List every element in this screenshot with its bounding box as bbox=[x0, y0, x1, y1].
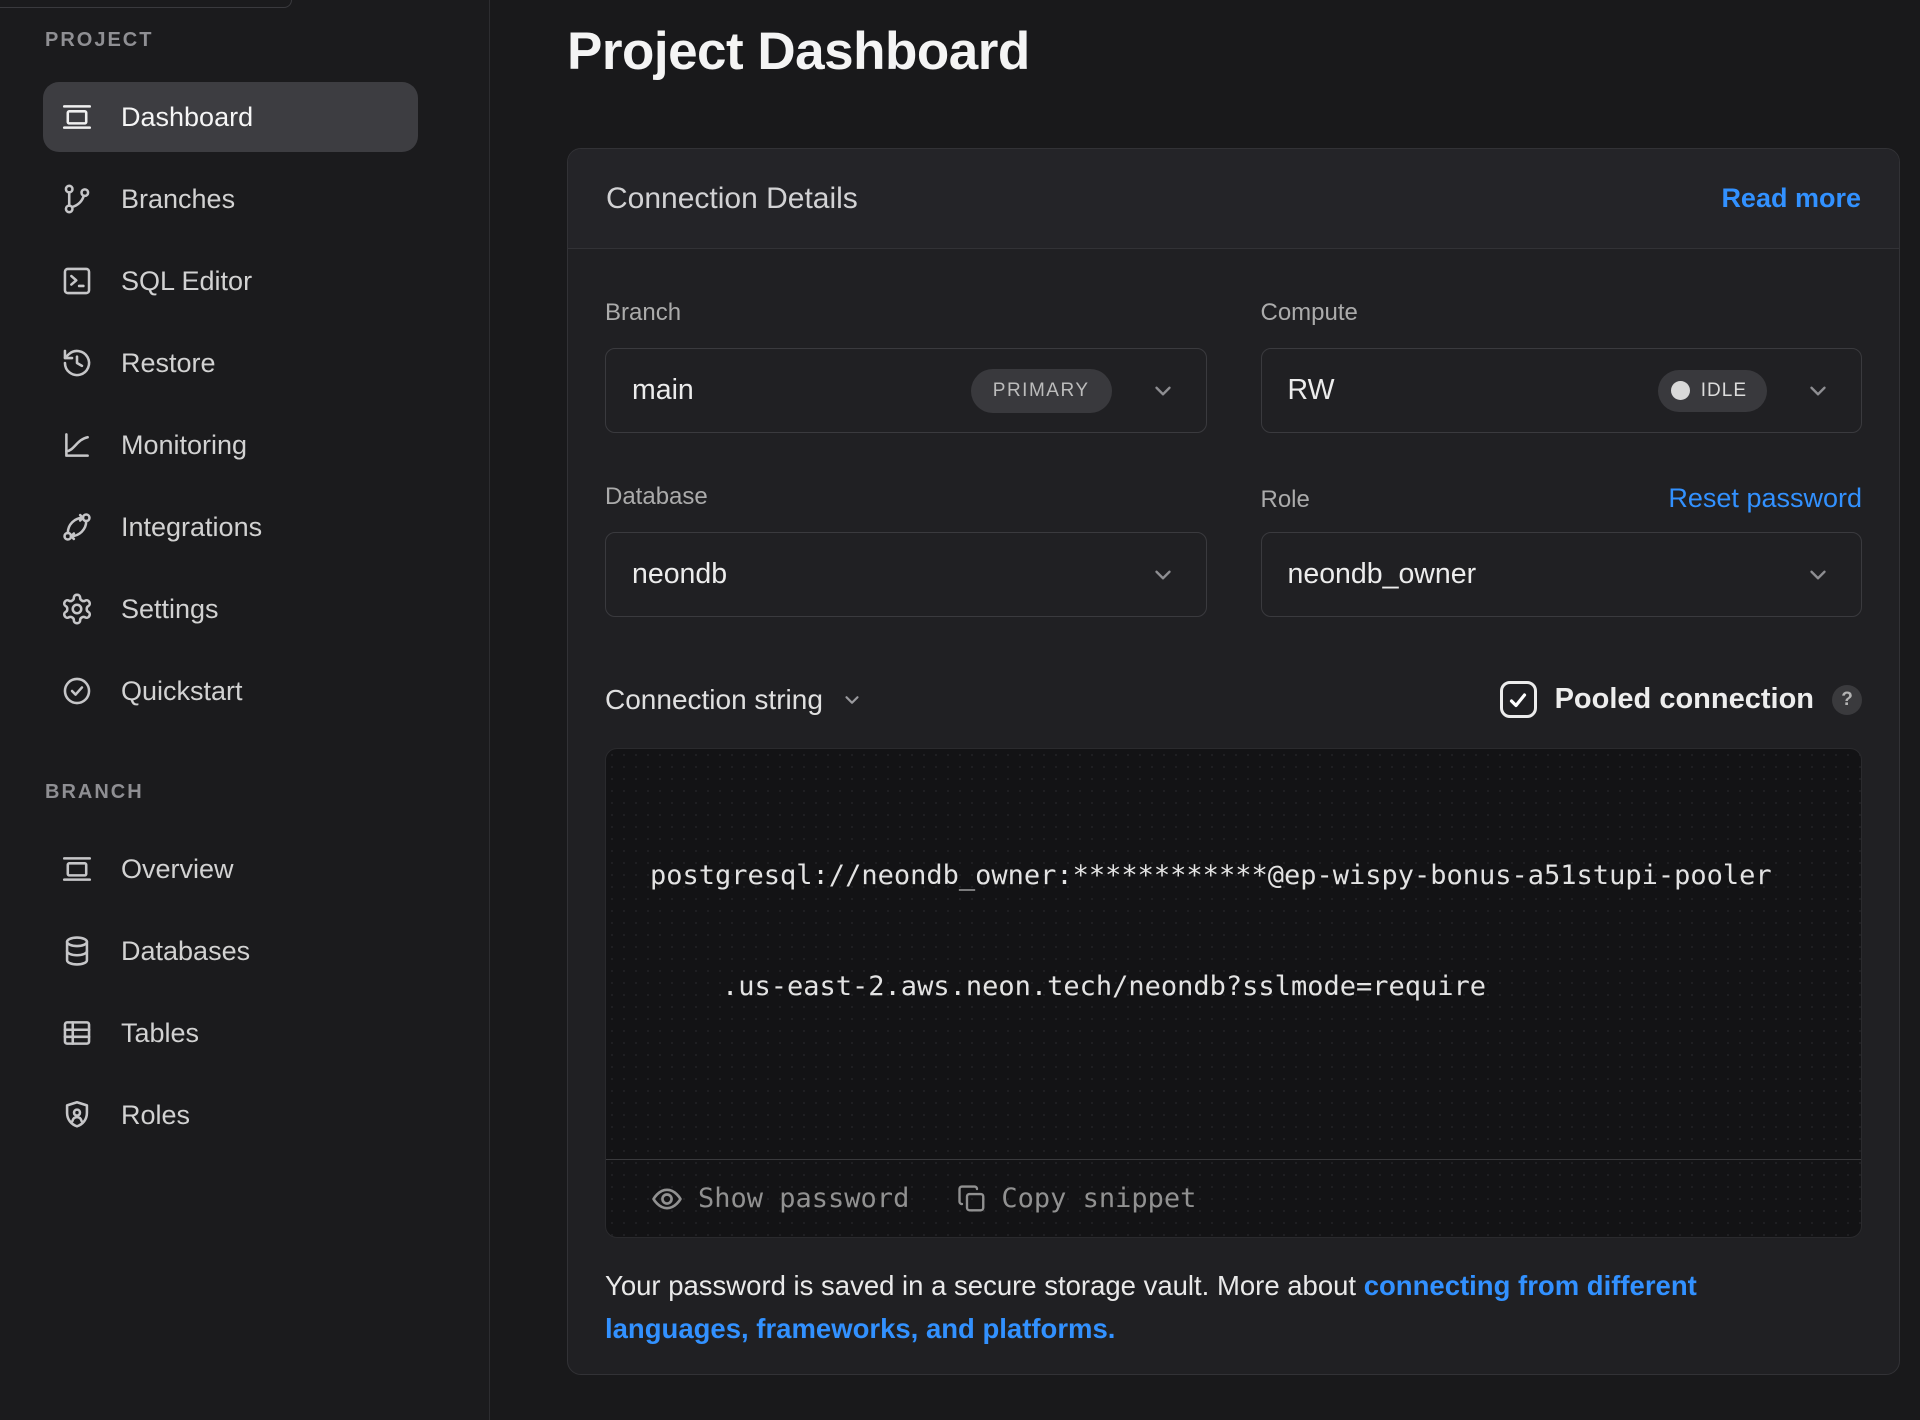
role-select[interactable]: neondb_owner bbox=[1261, 532, 1863, 617]
sidebar-item-label: SQL Editor bbox=[121, 266, 252, 297]
role-value: neondb_owner bbox=[1288, 558, 1477, 591]
dashboard-icon bbox=[59, 99, 95, 135]
primary-badge: PRIMARY bbox=[971, 369, 1112, 413]
sidebar-item-integrations[interactable]: Integrations bbox=[43, 492, 418, 562]
read-more-link[interactable]: Read more bbox=[1721, 183, 1861, 214]
idle-badge: IDLE bbox=[1658, 370, 1767, 412]
card-header: Connection Details Read more bbox=[568, 149, 1899, 249]
idle-badge-label: IDLE bbox=[1701, 380, 1747, 402]
check-circle-icon bbox=[59, 673, 95, 709]
history-clock-icon bbox=[59, 345, 95, 381]
compute-label: Compute bbox=[1261, 299, 1358, 327]
show-password-label: Show password bbox=[698, 1183, 909, 1214]
project-nav: Dashboard Branches SQL bbox=[43, 82, 418, 726]
connection-details-card: Connection Details Read more Branch main… bbox=[567, 148, 1900, 1375]
main-content: Project Dashboard Connection Details Rea… bbox=[490, 0, 1920, 1420]
show-password-button[interactable]: Show password bbox=[650, 1182, 909, 1216]
role-field: Role Reset password neondb_owner bbox=[1261, 483, 1863, 617]
compute-select[interactable]: RW IDLE bbox=[1261, 348, 1863, 433]
chevron-down-icon bbox=[1805, 378, 1831, 404]
card-body: Branch main PRIMARY Compute bbox=[568, 249, 1899, 1374]
sidebar-item-overview[interactable]: Overview bbox=[43, 834, 418, 904]
branch-select[interactable]: main PRIMARY bbox=[605, 348, 1207, 433]
sidebar-item-databases[interactable]: Databases bbox=[43, 916, 418, 986]
connection-string-dropdown[interactable]: Connection string bbox=[605, 684, 863, 716]
sidebar-item-label: Databases bbox=[121, 936, 250, 967]
password-vault-text: Your password is saved in a secure stora… bbox=[605, 1270, 1364, 1301]
sidebar-item-quickstart[interactable]: Quickstart bbox=[43, 656, 418, 726]
integrations-icon bbox=[59, 509, 95, 545]
page-title: Project Dashboard bbox=[567, 14, 1900, 90]
database-select[interactable]: neondb bbox=[605, 532, 1207, 617]
branch-nav: Overview Databases bbox=[43, 834, 418, 1150]
sidebar-section-project: PROJECT bbox=[45, 28, 489, 52]
chart-icon bbox=[59, 427, 95, 463]
sidebar-item-monitoring[interactable]: Monitoring bbox=[43, 410, 418, 480]
chevron-down-icon bbox=[1150, 378, 1176, 404]
connection-string-row: Connection string Pooled connection ? bbox=[605, 681, 1862, 718]
gear-icon bbox=[59, 591, 95, 627]
sidebar-item-label: Tables bbox=[121, 1018, 199, 1049]
app-window: PROJECT Dashboard Branches bbox=[0, 0, 1920, 1420]
sidebar-item-restore[interactable]: Restore bbox=[43, 328, 418, 398]
sidebar-item-label: Dashboard bbox=[121, 102, 253, 133]
overview-icon bbox=[59, 851, 95, 887]
connection-string-line1: postgresql://neondb_owner:************@e… bbox=[650, 857, 1817, 894]
connection-string-text: postgresql://neondb_owner:************@e… bbox=[606, 749, 1861, 1159]
pooled-connection-checkbox[interactable] bbox=[1500, 681, 1537, 718]
sidebar-item-sql-editor[interactable]: SQL Editor bbox=[43, 246, 418, 316]
card-title: Connection Details bbox=[606, 182, 858, 216]
copy-snippet-label: Copy snippet bbox=[1001, 1183, 1196, 1214]
help-icon[interactable]: ? bbox=[1832, 685, 1862, 715]
terminal-icon bbox=[59, 263, 95, 299]
sidebar-item-label: Quickstart bbox=[121, 676, 243, 707]
reset-password-link[interactable]: Reset password bbox=[1668, 483, 1862, 514]
connection-string-line2: .us-east-2.aws.neon.tech/neondb?sslmode=… bbox=[650, 968, 1817, 1005]
project-selector-edge bbox=[0, 0, 292, 8]
sidebar-item-label: Overview bbox=[121, 854, 234, 885]
table-icon bbox=[59, 1015, 95, 1051]
idle-status-dot bbox=[1671, 381, 1690, 400]
chevron-down-icon bbox=[1150, 562, 1176, 588]
database-field: Database neondb bbox=[605, 483, 1207, 617]
role-label: Role bbox=[1261, 486, 1310, 514]
compute-value: RW bbox=[1288, 374, 1335, 407]
sidebar-item-label: Roles bbox=[121, 1100, 190, 1131]
sidebar: PROJECT Dashboard Branches bbox=[0, 0, 490, 1420]
sidebar-item-tables[interactable]: Tables bbox=[43, 998, 418, 1068]
checkmark-icon bbox=[1506, 688, 1530, 712]
eye-icon bbox=[650, 1182, 684, 1216]
password-vault-note: Your password is saved in a secure stora… bbox=[605, 1264, 1805, 1350]
connection-string-label: Connection string bbox=[605, 684, 823, 716]
branch-label: Branch bbox=[605, 299, 681, 327]
database-label: Database bbox=[605, 483, 708, 511]
pooled-connection-group: Pooled connection ? bbox=[1500, 681, 1862, 718]
sidebar-section-branch: BRANCH bbox=[45, 780, 489, 804]
shield-user-icon bbox=[59, 1097, 95, 1133]
copy-snippet-button[interactable]: Copy snippet bbox=[957, 1183, 1196, 1214]
sidebar-item-branches[interactable]: Branches bbox=[43, 164, 418, 234]
chevron-down-icon bbox=[1805, 562, 1831, 588]
sidebar-item-roles[interactable]: Roles bbox=[43, 1080, 418, 1150]
connection-string-code-block: postgresql://neondb_owner:************@e… bbox=[605, 748, 1862, 1238]
branch-field: Branch main PRIMARY bbox=[605, 299, 1207, 433]
copy-icon bbox=[957, 1184, 987, 1214]
sidebar-item-dashboard[interactable]: Dashboard bbox=[43, 82, 418, 152]
sidebar-item-settings[interactable]: Settings bbox=[43, 574, 418, 644]
database-value: neondb bbox=[632, 558, 727, 591]
database-icon bbox=[59, 933, 95, 969]
git-branch-icon bbox=[59, 181, 95, 217]
sidebar-item-label: Settings bbox=[121, 594, 219, 625]
compute-field: Compute RW IDLE bbox=[1261, 299, 1863, 433]
sidebar-item-label: Restore bbox=[121, 348, 216, 379]
sidebar-item-label: Monitoring bbox=[121, 430, 247, 461]
branch-value: main bbox=[632, 374, 694, 407]
sidebar-item-label: Integrations bbox=[121, 512, 262, 543]
code-actions: Show password Copy snippet bbox=[606, 1159, 1861, 1237]
sidebar-item-label: Branches bbox=[121, 184, 235, 215]
pooled-connection-label: Pooled connection bbox=[1555, 683, 1814, 716]
chevron-down-icon bbox=[841, 689, 863, 711]
